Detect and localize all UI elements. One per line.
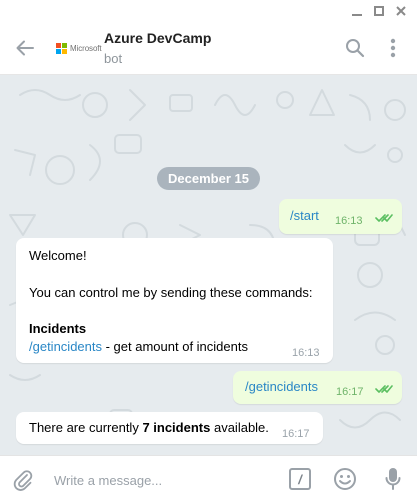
window-title-bar [0, 0, 417, 22]
more-vertical-icon [390, 38, 396, 58]
message-input[interactable] [52, 468, 276, 492]
double-check-read-icon [375, 385, 393, 393]
message-composer: / [0, 455, 417, 502]
message-text-prefix: There are currently [29, 420, 143, 435]
close-icon [396, 6, 406, 16]
bot-avatar-logo: Microsoft [56, 41, 102, 55]
message-time: 16:13 [292, 347, 320, 359]
message-time: 16:17 [282, 428, 310, 440]
more-options-button[interactable] [380, 36, 406, 60]
incoming-message[interactable]: Welcome! You can control me by sending t… [16, 238, 333, 363]
command-link[interactable]: /getincidents [29, 339, 102, 354]
close-button[interactable] [389, 0, 413, 22]
microsoft-logo-icon [56, 42, 67, 54]
emoji-button[interactable] [332, 466, 358, 492]
message-text: You can control me by sending these comm… [29, 285, 313, 300]
logo-wordmark: Microsoft [70, 43, 102, 53]
message-text: Welcome! [29, 248, 87, 263]
attach-button[interactable] [10, 467, 36, 493]
message-heading: Incidents [29, 321, 87, 336]
message-time: 16:17 [336, 386, 364, 398]
paperclip-icon [13, 470, 33, 491]
emoji-icon [334, 468, 356, 490]
command-line: /getincidents - get amount of incidents [29, 338, 248, 356]
message-time: 16:13 [335, 215, 363, 227]
chat-subtitle: bot [104, 51, 123, 66]
minimize-icon [352, 14, 362, 16]
maximize-icon [374, 6, 384, 16]
message-text-suffix: available. [210, 420, 269, 435]
message-text-command[interactable]: /getincidents [245, 378, 318, 396]
double-check-read-icon [375, 214, 393, 222]
bot-command-icon: / [298, 471, 302, 487]
minimize-button[interactable] [345, 0, 369, 22]
outgoing-message[interactable]: /getincidents 16:17 [233, 371, 402, 404]
maximize-button[interactable] [367, 0, 391, 22]
message-text-command[interactable]: /start [290, 207, 319, 225]
chat-header: Microsoft Azure DevCamp bot [0, 22, 417, 75]
voice-message-button[interactable] [380, 466, 406, 492]
back-arrow-icon [16, 40, 34, 56]
command-description: - get amount of incidents [102, 339, 248, 354]
bot-command-button[interactable]: / [289, 468, 311, 490]
message-text: There are currently 7 incidents availabl… [29, 419, 269, 437]
back-button[interactable] [10, 34, 40, 62]
outgoing-message[interactable]: /start 16:13 [279, 199, 402, 234]
search-button[interactable] [342, 36, 368, 60]
microphone-icon [385, 468, 401, 490]
chat-title: Azure DevCamp [104, 30, 212, 46]
search-icon [346, 39, 365, 58]
incoming-message[interactable]: There are currently 7 incidents availabl… [16, 412, 323, 444]
date-divider: December 15 [157, 167, 260, 190]
incident-count: 7 incidents [142, 420, 211, 435]
chat-history[interactable]: December 15 /start 16:13 Welcome! You ca… [0, 75, 417, 455]
